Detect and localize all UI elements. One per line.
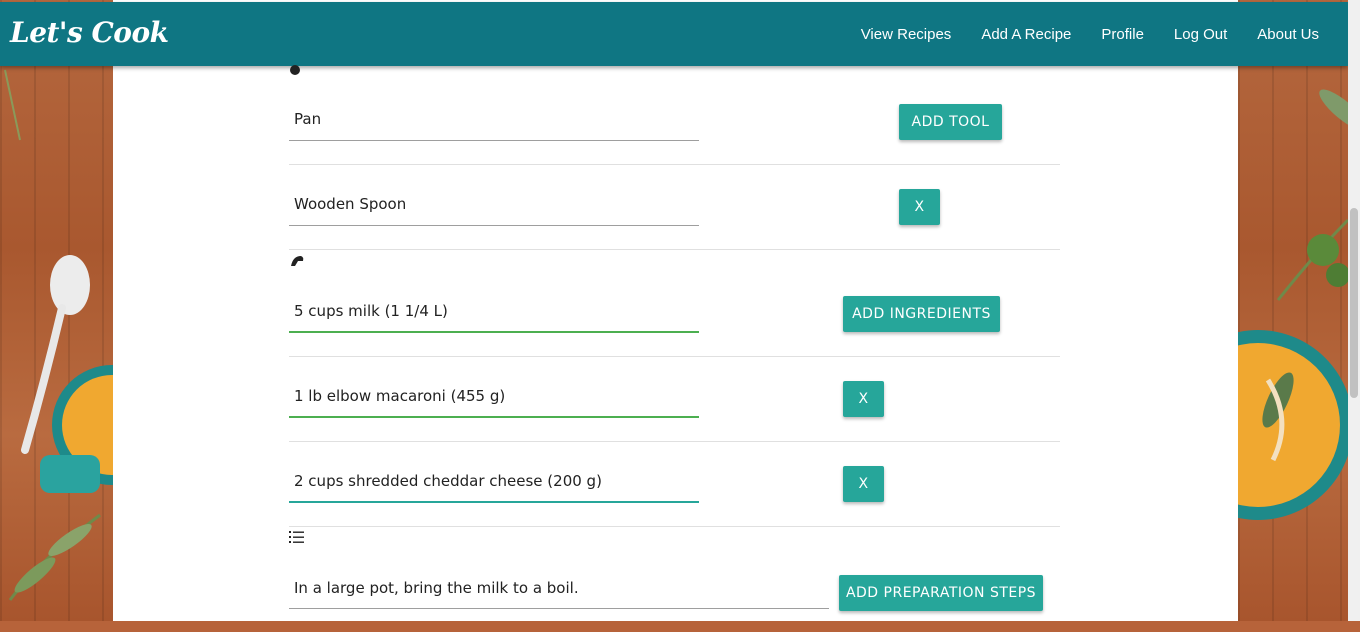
ingredient-row: ADD INGREDIENTS: [289, 272, 1060, 357]
nav-profile[interactable]: Profile: [1086, 26, 1159, 43]
ingredients-section-icon: [289, 252, 305, 273]
top-navbar: Let's Cook View Recipes Add A Recipe Pro…: [0, 2, 1348, 66]
nav-log-out[interactable]: Log Out: [1159, 26, 1242, 43]
remove-ingredient-button[interactable]: X: [843, 381, 884, 417]
nav-view-recipes[interactable]: View Recipes: [846, 26, 967, 43]
ingredient-input[interactable]: [294, 470, 694, 492]
input-underline: [289, 140, 699, 141]
wood-background-right: [1163, 0, 1360, 621]
nav-add-recipe[interactable]: Add A Recipe: [966, 26, 1086, 43]
page-scrollbar[interactable]: [1348, 0, 1360, 621]
nav-about-us[interactable]: About Us: [1242, 26, 1334, 43]
remove-tool-button[interactable]: X: [899, 189, 940, 225]
ingredient-row: X: [289, 357, 1060, 442]
wood-background-left: [0, 0, 172, 621]
input-underline: [289, 608, 829, 609]
step-input[interactable]: [294, 577, 824, 599]
input-underline: [289, 225, 699, 226]
tool-input[interactable]: [294, 193, 694, 215]
decor-right: [1163, 89, 1360, 520]
tools-section-icon: [289, 62, 301, 81]
remove-ingredient-button[interactable]: X: [843, 466, 884, 502]
add-preparation-steps-button[interactable]: ADD PREPARATION STEPS: [839, 575, 1043, 611]
app-logo[interactable]: Let's Cook: [10, 16, 169, 49]
ingredient-row: X: [289, 442, 1060, 527]
add-tool-button[interactable]: ADD TOOL: [899, 104, 1002, 140]
nav-links: View Recipes Add A Recipe Profile Log Ou…: [846, 2, 1334, 66]
scrollbar-thumb[interactable]: [1350, 208, 1358, 398]
ingredient-input[interactable]: [294, 385, 694, 407]
tool-row: ADD TOOL: [289, 84, 1060, 165]
steps-section-icon: [289, 530, 305, 549]
input-underline: [289, 331, 699, 333]
tool-input[interactable]: [294, 108, 694, 130]
ingredient-input[interactable]: [294, 300, 694, 322]
add-ingredients-button[interactable]: ADD INGREDIENTS: [843, 296, 1000, 332]
input-underline: [289, 501, 699, 503]
decor-left: [4, 69, 172, 601]
tool-row: X: [289, 165, 1060, 250]
input-underline: [289, 416, 699, 418]
step-row: ADD PREPARATION STEPS: [289, 552, 1060, 632]
